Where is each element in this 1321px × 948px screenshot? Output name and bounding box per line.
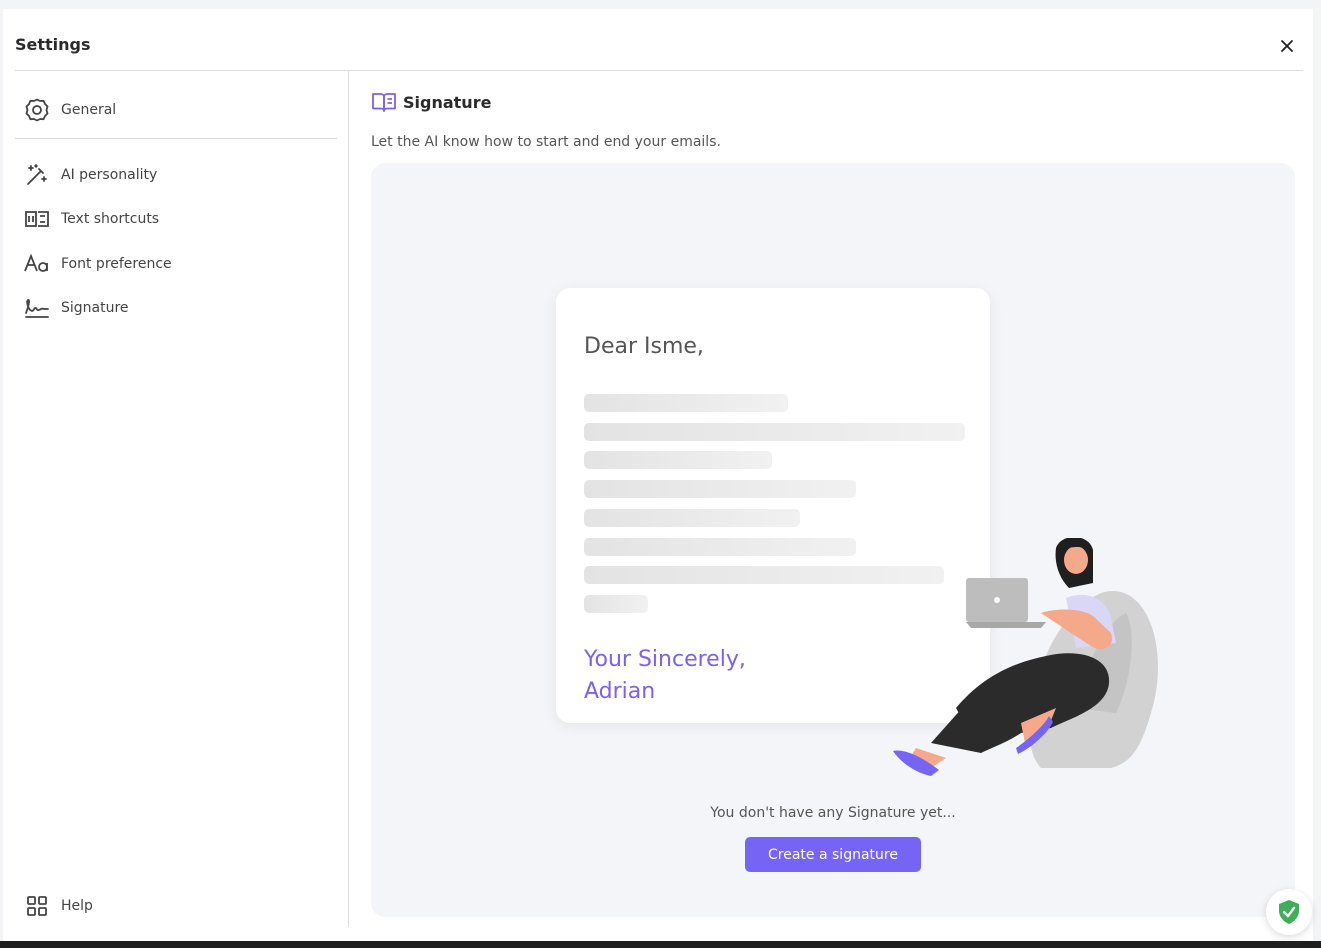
settings-sidebar: General AI personality Text shortcuts Fo… [15,71,349,927]
sidebar-item-label: Signature [61,300,129,316]
text-shortcut-icon [23,205,51,233]
signature-content: Signature Let the AI know how to start a… [350,71,1313,941]
text-placeholder-line [584,394,788,412]
page-title: Settings [15,35,91,54]
help-button[interactable]: Help [23,889,323,923]
sidebar-item-label: General [61,102,117,118]
text-placeholder-line [584,538,856,556]
woman-with-laptop-illustration [893,538,1158,776]
closing-line: Your Sincerely, [584,647,746,672]
os-taskbar [0,941,1321,948]
sidebar-item-label: Text shortcuts [61,211,160,227]
sidebar-item-general[interactable]: General [23,93,323,127]
letter-closing: Your Sincerely, Adrian [584,644,746,708]
sidebar-item-font-preference[interactable]: Font preference [23,247,323,281]
settings-modal: Settings General AI personality Text sho… [3,9,1313,941]
security-extension-badge[interactable] [1266,889,1312,935]
sidebar-item-label: AI personality [61,167,158,183]
grid-icon [23,892,51,920]
font-icon [23,250,51,278]
sidebar-divider [15,138,337,139]
signature-icon [23,294,51,322]
book-icon [372,93,396,112]
section-title-text: Signature [403,92,492,112]
sidebar-item-signature[interactable]: Signature [23,291,323,325]
empty-state-message: You don't have any Signature yet... [710,805,956,821]
text-placeholder-line [584,480,856,498]
help-label: Help [61,898,93,914]
settings-header: Settings [15,33,1303,71]
text-placeholder-line [584,451,772,469]
sidebar-item-text-shortcuts[interactable]: Text shortcuts [23,202,323,236]
sidebar-item-label: Font preference [61,256,172,272]
close-button[interactable] [1277,36,1297,56]
shield-check-icon [1279,900,1299,924]
text-placeholder-line [584,509,800,527]
create-signature-button[interactable]: Create a signature [745,837,921,872]
text-placeholder-line [584,595,648,613]
gear-icon [23,96,51,124]
text-placeholder-line [584,423,965,441]
letter-greeting: Dear Isme, [584,334,704,359]
magic-wand-icon [23,161,51,189]
signature-empty-panel: Dear Isme, Your Sincerely, Adrian You do… [371,163,1295,917]
sidebar-item-ai-personality[interactable]: AI personality [23,158,323,192]
section-title: Signature [371,90,491,114]
close-icon [1281,40,1293,52]
section-description: Let the AI know how to start and end you… [371,134,721,150]
closing-name: Adrian [584,679,656,704]
